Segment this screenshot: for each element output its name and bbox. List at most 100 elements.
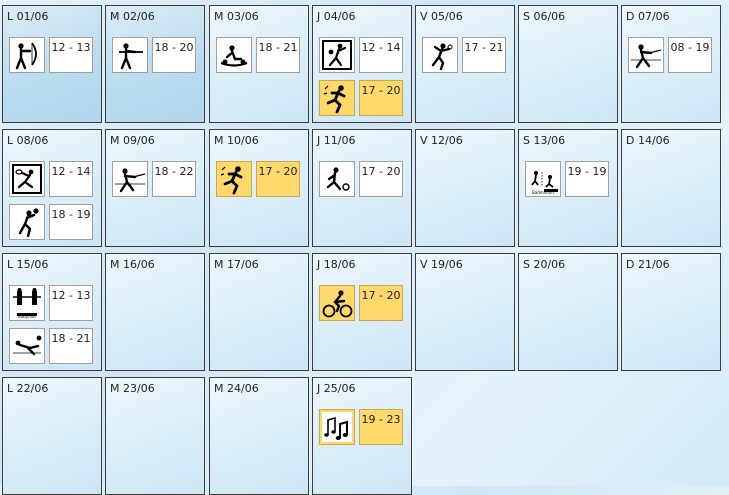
day-cell[interactable]: J 18/06 17 - 20 [312, 253, 412, 371]
event-item[interactable]: 18 - 22 [112, 161, 200, 201]
day-cell[interactable]: V 19/06 [415, 253, 515, 371]
event-item[interactable]: 17 - 20 [319, 80, 407, 120]
time-range: 19 - 23 [359, 409, 403, 445]
day-cell[interactable]: L 01/06 12 - 13 [2, 5, 102, 123]
time-range: 18 - 21 [49, 328, 93, 364]
event-item[interactable]: 17 - 20 [319, 161, 407, 201]
day-cell[interactable]: V 12/06 [415, 129, 515, 247]
event-item[interactable]: 12 - 14 [319, 37, 407, 77]
event-item[interactable]: 18 - 19 [9, 204, 97, 244]
day-label: S 13/06 [523, 134, 566, 147]
day-label: V 05/06 [420, 10, 463, 23]
day-cell[interactable]: M 17/06 [209, 253, 309, 371]
day-label: L 22/06 [7, 382, 49, 395]
handball-icon[interactable] [319, 37, 355, 73]
day-cell[interactable]: L 08/06 12 - 14 18 - 19 [2, 129, 102, 247]
day-cell[interactable]: V 05/06 17 - 21 [415, 5, 515, 123]
event-item[interactable]: Babyfoot 12 - 13 [9, 285, 97, 325]
fencing-icon[interactable] [112, 161, 148, 197]
day-label: M 23/06 [110, 382, 155, 395]
time-range: 12 - 13 [49, 285, 93, 321]
time-range: 12 - 14 [359, 37, 403, 73]
time-range: 17 - 20 [359, 161, 403, 197]
event-item[interactable]: 18 - 20 [112, 37, 200, 77]
day-cell[interactable]: D 14/06 [621, 129, 721, 247]
day-cell[interactable]: S 13/06 Badminton 19 - 19 [518, 129, 618, 247]
time-range: 17 - 20 [359, 285, 403, 321]
day-cell[interactable]: M 03/06 18 - 21 [209, 5, 309, 123]
day-cell[interactable]: S 20/06 [518, 253, 618, 371]
day-label: M 03/06 [214, 10, 259, 23]
day-cell[interactable]: J 04/06 12 - 14 17 - 20 [312, 5, 412, 123]
time-range: 17 - 21 [462, 37, 506, 73]
event-item[interactable]: 17 - 20 [319, 285, 407, 325]
day-label: J 18/06 [317, 258, 356, 271]
event-item[interactable]: 18 - 21 [9, 328, 97, 368]
event-item[interactable]: 12 - 13 [9, 37, 97, 77]
time-range: 18 - 22 [152, 161, 196, 197]
day-cell[interactable]: M 24/06 [209, 377, 309, 495]
time-range: 18 - 20 [152, 37, 196, 73]
basketball-icon[interactable] [9, 204, 45, 240]
day-label: V 12/06 [420, 134, 463, 147]
time-range: 17 - 20 [256, 161, 300, 197]
day-cell[interactable]: M 23/06 [105, 377, 205, 495]
day-label: M 16/06 [110, 258, 155, 271]
day-label: D 14/06 [626, 134, 670, 147]
event-item[interactable]: 08 - 19 [628, 37, 716, 77]
day-label: D 21/06 [626, 258, 670, 271]
event-item[interactable]: Badminton 19 - 19 [525, 161, 613, 201]
day-label: M 24/06 [214, 382, 259, 395]
day-label: M 17/06 [214, 258, 259, 271]
day-cell[interactable]: M 10/06 17 - 20 [209, 129, 309, 247]
event-item[interactable]: 17 - 20 [216, 161, 304, 201]
event-item[interactable]: 19 - 23 [319, 409, 407, 449]
event-item[interactable]: 12 - 14 [9, 161, 97, 201]
time-range: 17 - 20 [359, 80, 403, 116]
day-label: S 20/06 [523, 258, 566, 271]
day-label: J 04/06 [317, 10, 356, 23]
day-cell[interactable]: J 11/06 17 - 20 [312, 129, 412, 247]
cycling-icon[interactable] [319, 285, 355, 321]
event-item[interactable]: 17 - 21 [422, 37, 510, 77]
archery-icon[interactable] [9, 37, 45, 73]
day-cell[interactable]: L 22/06 [2, 377, 102, 495]
running-icon[interactable] [319, 80, 355, 116]
badminton-icon[interactable]: Badminton [525, 161, 561, 197]
icon-caption: Babyfoot [18, 314, 36, 319]
day-label: S 06/06 [523, 10, 566, 23]
day-label: J 11/06 [317, 134, 356, 147]
time-range: 12 - 14 [49, 161, 93, 197]
day-label: M 09/06 [110, 134, 155, 147]
time-range: 19 - 19 [565, 161, 609, 197]
rowing-icon[interactable] [216, 37, 252, 73]
day-cell[interactable]: M 16/06 [105, 253, 205, 371]
day-cell[interactable]: J 25/06 19 - 23 [312, 377, 412, 495]
time-range: 18 - 19 [49, 204, 93, 240]
shooting-icon[interactable] [112, 37, 148, 73]
day-cell[interactable]: D 21/06 [621, 253, 721, 371]
day-cell[interactable]: D 07/06 08 - 19 [621, 5, 721, 123]
day-label: L 08/06 [7, 134, 49, 147]
day-cell[interactable]: M 09/06 18 - 22 [105, 129, 205, 247]
bowling-icon[interactable] [319, 161, 355, 197]
tennis-icon[interactable] [9, 161, 45, 197]
day-cell[interactable]: L 15/06 Babyfoot 12 - 13 18 - 21 [2, 253, 102, 371]
fencing-icon[interactable] [628, 37, 664, 73]
day-label: M 02/06 [110, 10, 155, 23]
day-label: J 25/06 [317, 382, 356, 395]
day-label: L 01/06 [7, 10, 49, 23]
day-cell[interactable]: M 02/06 18 - 20 [105, 5, 205, 123]
icon-caption: Badminton [532, 190, 554, 195]
babyfoot-icon[interactable]: Babyfoot [9, 285, 45, 321]
day-label: M 10/06 [214, 134, 259, 147]
time-range: 12 - 13 [49, 37, 93, 73]
calendar-grid: L 01/06 12 - 13 M 02/06 18 - 20 M 03/06 18 - … [0, 0, 729, 495]
event-item[interactable]: 18 - 21 [216, 37, 304, 77]
fencing-pose-icon[interactable] [422, 37, 458, 73]
time-range: 08 - 19 [668, 37, 712, 73]
running-icon[interactable] [216, 161, 252, 197]
day-cell[interactable]: S 06/06 [518, 5, 618, 123]
music-icon[interactable] [319, 409, 355, 445]
volleyball-dive-icon[interactable] [9, 328, 45, 364]
